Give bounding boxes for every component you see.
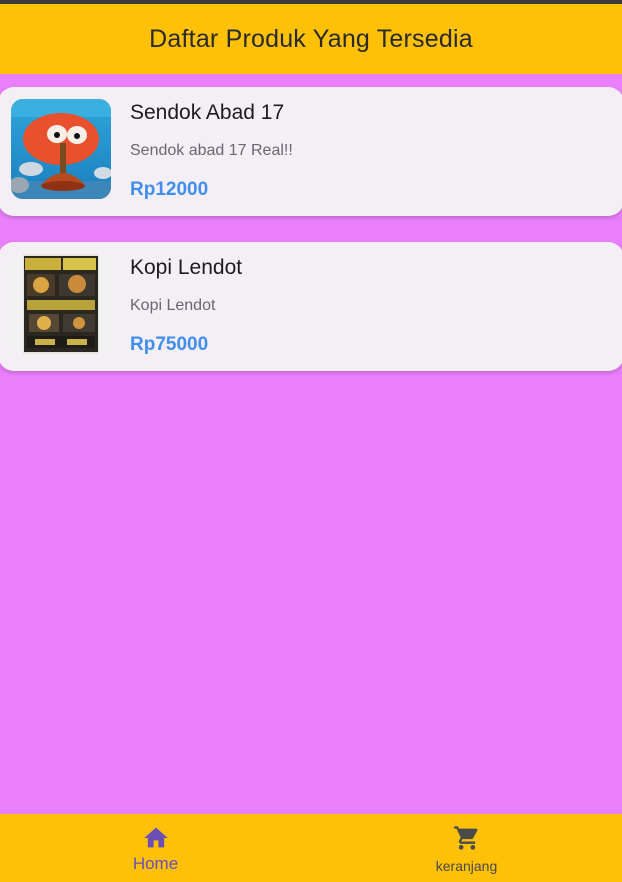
cartoon-plunger-image [11, 99, 111, 199]
product-image [11, 99, 111, 199]
home-icon [143, 827, 168, 848]
nav-keranjang[interactable]: keranjang [311, 814, 622, 882]
nav-home[interactable]: Home [0, 814, 311, 882]
product-list: Sendok Abad 17 Sendok abad 17 Real!! Rp1… [0, 87, 622, 397]
cart-icon [453, 826, 478, 850]
page-title: Daftar Produk Yang Tersedia [149, 24, 473, 53]
product-card[interactable]: Sendok Abad 17 Sendok abad 17 Real!! Rp1… [0, 87, 622, 216]
app-bar: Daftar Produk Yang Tersedia [0, 4, 622, 74]
product-description: Sendok abad 17 Real!! [130, 142, 293, 159]
product-image [11, 254, 111, 354]
product-card[interactable]: Kopi Lendot Kopi Lendot Rp75000 [0, 242, 622, 371]
nav-home-label: Home [132, 854, 179, 873]
product-description: Kopi Lendot [130, 297, 216, 314]
coffee-package-image [11, 254, 111, 354]
product-price: Rp75000 [130, 334, 209, 355]
nav-keranjang-label: keranjang [435, 858, 498, 874]
product-name: Sendok Abad 17 [130, 101, 285, 124]
product-price: Rp12000 [130, 179, 209, 200]
bottom-navigation: Home keranjang [0, 814, 622, 882]
product-name: Kopi Lendot [130, 256, 243, 279]
